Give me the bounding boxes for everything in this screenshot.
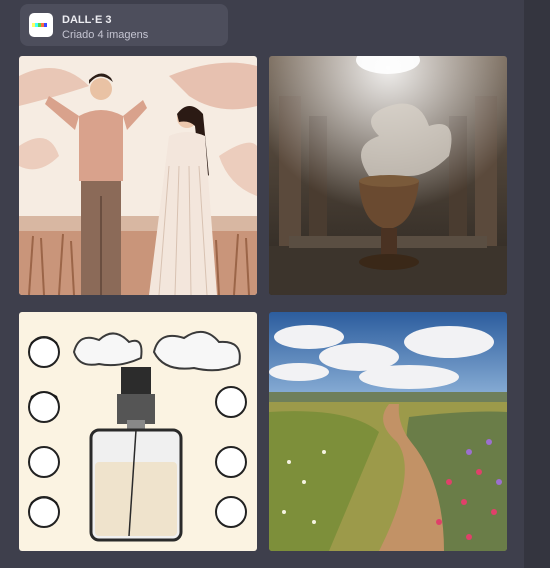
- scroll-region: [524, 0, 550, 568]
- generated-image-4[interactable]: [269, 312, 507, 551]
- path-flower-field-image: [269, 312, 507, 551]
- generated-image-2[interactable]: [269, 56, 507, 295]
- generated-image-1[interactable]: [19, 56, 257, 295]
- perfume-bottle-faces-image: [19, 312, 257, 551]
- generated-image-3[interactable]: [19, 312, 257, 551]
- smoking-urn-temple-image: [269, 56, 507, 295]
- tool-title: DALL·E 3: [62, 14, 112, 26]
- tool-header[interactable]: DALL·E 3 Criado 4 imagens: [20, 4, 228, 46]
- dalle-logo-icon: [29, 13, 53, 37]
- couple-praying-field-image: [19, 56, 257, 295]
- tool-subtitle: Criado 4 imagens: [62, 29, 149, 41]
